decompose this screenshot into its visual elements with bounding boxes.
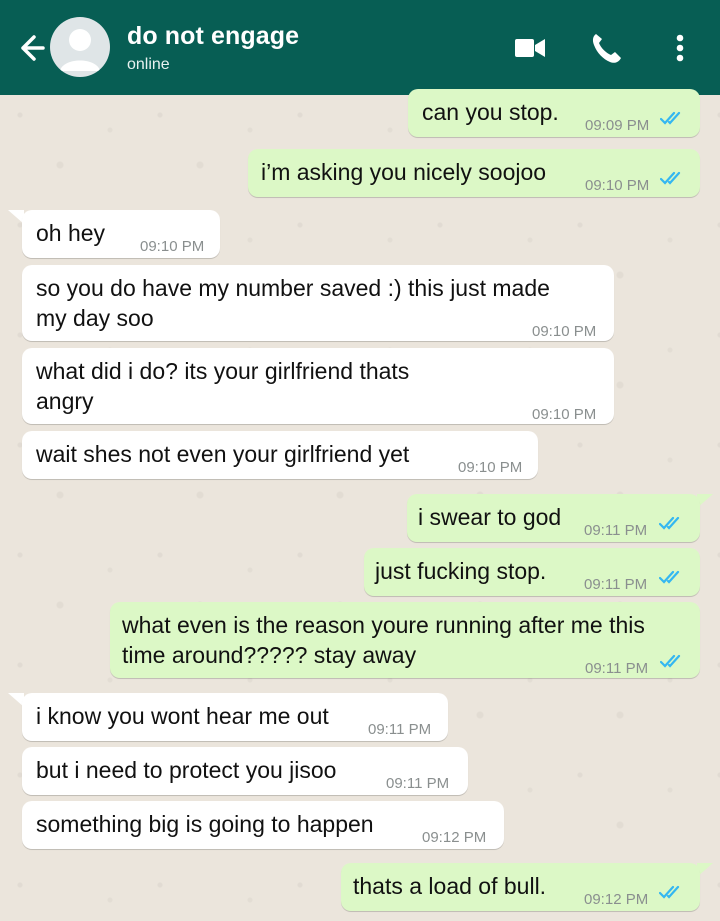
message-bubble-outgoing[interactable]: what even is the reason youre running af… <box>110 602 700 678</box>
voice-call-icon[interactable] <box>588 30 624 66</box>
double-check-read-icon <box>659 885 680 899</box>
message-time: 09:11 PM <box>368 721 432 738</box>
message-time: 09:09 PM <box>585 117 650 134</box>
message-time: 09:10 PM <box>140 238 205 255</box>
message-bubble-incoming[interactable]: wait shes not even your girlfriend yet 0… <box>22 431 538 479</box>
message-text: but i need to protect you jisoo <box>36 757 337 783</box>
message-bubble-outgoing[interactable]: just fucking stop. 09:11 PM <box>364 548 700 596</box>
chat-header: do not engage online <box>0 0 720 95</box>
online-status: online <box>127 56 170 73</box>
message-bubble-incoming[interactable]: what did i do? its your girlfriend thats… <box>22 348 614 424</box>
message-text-line: what even is the reason youre running af… <box>122 612 645 638</box>
message-text-line: my day soo <box>36 305 154 331</box>
message-text-line: so you do have my number saved :) this j… <box>36 275 550 301</box>
back-arrow-icon[interactable] <box>12 30 48 66</box>
more-options-icon[interactable] <box>662 30 698 66</box>
double-check-read-icon <box>659 516 680 530</box>
chat-title[interactable]: do not engage <box>127 22 299 51</box>
video-call-icon[interactable] <box>512 30 548 66</box>
message-bubble-incoming[interactable]: oh hey 09:10 PM <box>22 210 220 258</box>
message-text: can you stop. <box>422 99 559 125</box>
message-bubble-incoming[interactable]: but i need to protect you jisoo 09:11 PM <box>22 747 468 795</box>
message-text: i’m asking you nicely soojoo <box>261 159 547 185</box>
default-avatar-icon <box>60 29 100 71</box>
message-time: 09:12 PM <box>422 829 487 846</box>
message-time: 09:11 PM <box>386 775 450 792</box>
message-text-line: angry <box>36 388 94 414</box>
message-bubble-outgoing[interactable]: can you stop. 09:09 PM <box>408 89 700 137</box>
message-text-line: what did i do? its your girlfriend thats <box>36 358 410 384</box>
message-time: 09:11 PM <box>584 522 648 539</box>
message-text: something big is going to happen <box>36 811 374 837</box>
double-check-read-icon <box>660 654 681 668</box>
message-bubble-incoming[interactable]: i know you wont hear me out 09:11 PM <box>22 693 448 741</box>
message-time: 09:10 PM <box>532 406 597 423</box>
message-time: 09:11 PM <box>584 576 648 593</box>
double-check-read-icon <box>660 171 681 185</box>
message-text: i swear to god <box>418 504 562 530</box>
message-text: oh hey <box>36 220 106 246</box>
message-text: just fucking stop. <box>375 558 547 584</box>
message-bubble-outgoing[interactable]: thats a load of bull. 09:12 PM <box>341 863 700 911</box>
message-text: thats a load of bull. <box>353 873 547 899</box>
message-text-line: time around????? stay away <box>122 642 417 668</box>
message-text: wait shes not even your girlfriend yet <box>36 441 410 467</box>
message-text: i know you wont hear me out <box>36 703 329 729</box>
message-time: 09:12 PM <box>584 891 649 908</box>
double-check-read-icon <box>659 570 680 584</box>
message-time: 09:11 PM <box>585 660 649 677</box>
avatar[interactable] <box>50 17 110 77</box>
message-bubble-incoming[interactable]: something big is going to happen 09:12 P… <box>22 801 504 849</box>
message-bubble-outgoing[interactable]: i swear to god 09:11 PM <box>407 494 700 542</box>
message-time: 09:10 PM <box>458 459 523 476</box>
message-bubble-incoming[interactable]: so you do have my number saved :) this j… <box>22 265 614 341</box>
message-list[interactable]: can you stop. 09:09 PM i’m asking you ni… <box>0 89 720 921</box>
message-time: 09:10 PM <box>585 177 650 194</box>
double-check-read-icon <box>660 111 681 125</box>
message-time: 09:10 PM <box>532 323 597 340</box>
message-bubble-outgoing[interactable]: i’m asking you nicely soojoo 09:10 PM <box>248 149 700 197</box>
